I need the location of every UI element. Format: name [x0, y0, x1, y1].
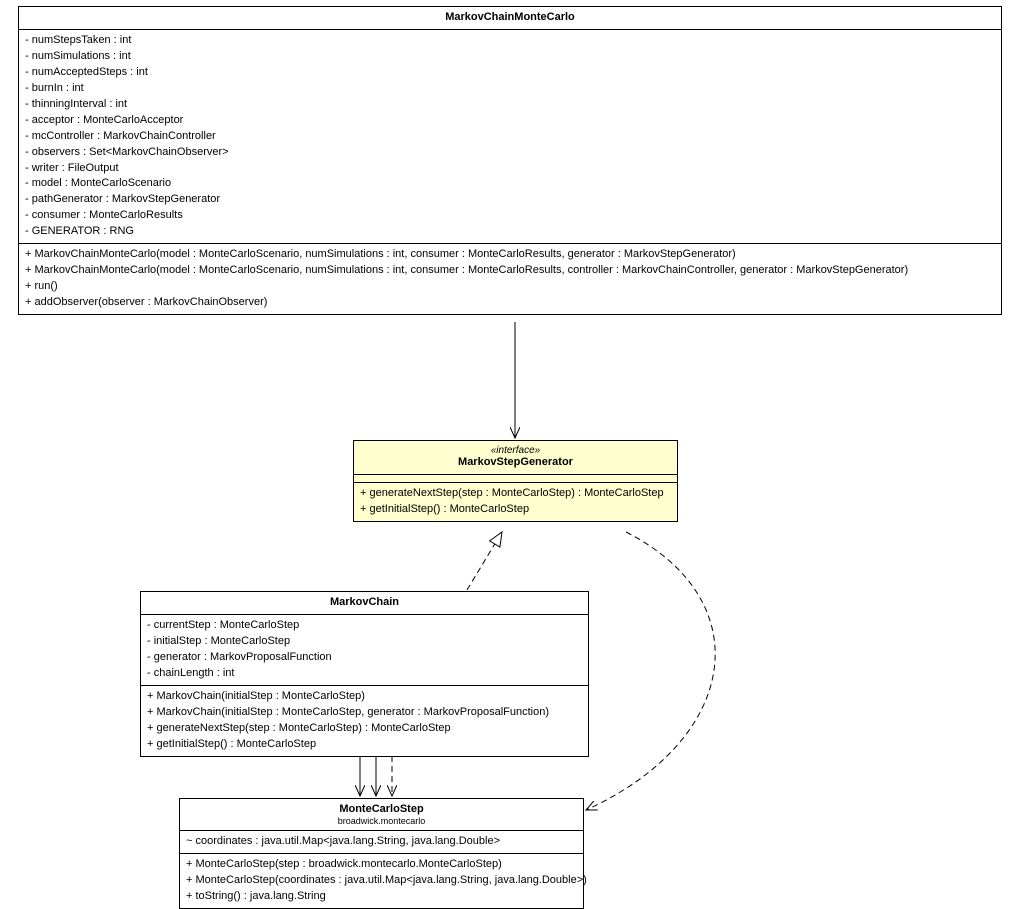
field: - mcController : MarkovChainController: [25, 129, 995, 145]
method: + MarkovChain(initialStep : MonteCarloSt…: [147, 705, 582, 721]
method: + MarkovChainMonteCarlo(model : MonteCar…: [25, 247, 995, 263]
field: - generator : MarkovProposalFunction: [147, 650, 582, 666]
class-name: MonteCarloStep: [339, 803, 423, 815]
field: - pathGenerator : MarkovStepGenerator: [25, 192, 995, 208]
class-methods: + MarkovChainMonteCarlo(model : MonteCar…: [19, 244, 1001, 314]
method: + getInitialStep() : MonteCarloStep: [147, 737, 582, 753]
field: - numStepsTaken : int: [25, 33, 995, 49]
method: + MarkovChain(initialStep : MonteCarloSt…: [147, 689, 582, 705]
field: - numAcceptedSteps : int: [25, 65, 995, 81]
class-fields: - currentStep : MonteCarloStep - initial…: [141, 615, 588, 686]
field: - model : MonteCarloScenario: [25, 176, 995, 192]
method: + MarkovChainMonteCarlo(model : MonteCar…: [25, 263, 995, 279]
dep-msg-to-mcs: [586, 532, 715, 810]
class-name: MarkovStepGenerator: [458, 456, 573, 468]
method: + MonteCarloStep(coordinates : java.util…: [186, 873, 577, 889]
class-methods: + MarkovChain(initialStep : MonteCarloSt…: [141, 686, 588, 756]
method: + toString() : java.lang.String: [186, 889, 577, 905]
field: - GENERATOR : RNG: [25, 224, 995, 240]
field: - thinningInterval : int: [25, 97, 995, 113]
class-methods: + generateNextStep(step : MonteCarloStep…: [354, 483, 677, 521]
class-markovchainmontecarlo: MarkovChainMonteCarlo - numStepsTaken : …: [18, 6, 1002, 315]
method: + generateNextStep(step : MonteCarloStep…: [147, 721, 582, 737]
class-fields: - numStepsTaken : int - numSimulations :…: [19, 30, 1001, 244]
method: + getInitialStep() : MonteCarloStep: [360, 502, 671, 518]
class-title: MonteCarloStep broadwick.montecarlo: [180, 799, 583, 831]
interface-markovstepgenerator: «interface» MarkovStepGenerator + genera…: [353, 440, 678, 522]
field: - currentStep : MonteCarloStep: [147, 618, 582, 634]
class-montecarlostep: MonteCarloStep broadwick.montecarlo ~ co…: [179, 798, 584, 909]
class-markovchain: MarkovChain - currentStep : MonteCarloSt…: [140, 591, 589, 757]
field: - acceptor : MonteCarloAcceptor: [25, 113, 995, 129]
class-fields: ~ coordinates : java.util.Map<java.lang.…: [180, 831, 583, 854]
class-title: MarkovChainMonteCarlo: [19, 7, 1001, 30]
field: - observers : Set<MarkovChainObserver>: [25, 145, 995, 161]
method: + MonteCarloStep(step : broadwick.montec…: [186, 857, 577, 873]
method: + run(): [25, 279, 995, 295]
stereotype: «interface»: [360, 445, 671, 456]
field: - initialStep : MonteCarloStep: [147, 634, 582, 650]
field: ~ coordinates : java.util.Map<java.lang.…: [186, 834, 577, 850]
class-methods: + MonteCarloStep(step : broadwick.montec…: [180, 854, 583, 908]
class-name: MarkovChain: [330, 596, 399, 608]
class-title: «interface» MarkovStepGenerator: [354, 441, 677, 475]
method: + generateNextStep(step : MonteCarloStep…: [360, 486, 671, 502]
field: - consumer : MonteCarloResults: [25, 208, 995, 224]
class-fields-empty: [354, 475, 677, 483]
class-title: MarkovChain: [141, 592, 588, 615]
field: - chainLength : int: [147, 666, 582, 682]
class-name: MarkovChainMonteCarlo: [445, 11, 575, 23]
field: - burnIn : int: [25, 81, 995, 97]
field: - numSimulations : int: [25, 49, 995, 65]
field: - writer : FileOutput: [25, 161, 995, 177]
realization-mc-to-msg: [467, 532, 502, 590]
method: + addObserver(observer : MarkovChainObse…: [25, 295, 995, 311]
class-namespace: broadwick.montecarlo: [186, 815, 577, 826]
